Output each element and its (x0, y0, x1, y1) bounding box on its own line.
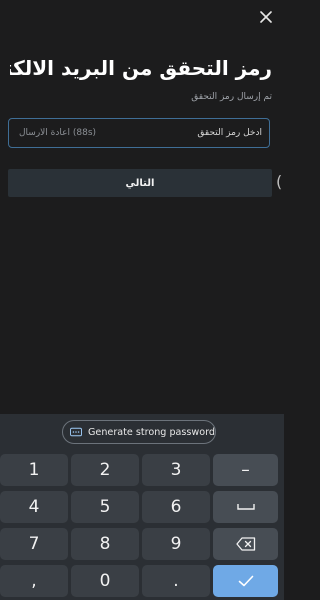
verification-code-field[interactable]: اعادة الارسال (88s) (8, 118, 270, 148)
key-7[interactable]: 7 (0, 528, 68, 560)
key-3[interactable]: 3 (142, 454, 210, 486)
checkmark-icon (238, 575, 253, 587)
key-1[interactable]: 1 (0, 454, 68, 486)
key-0[interactable]: 0 (71, 565, 139, 597)
key-9[interactable]: 9 (142, 528, 210, 560)
key-icon (70, 427, 82, 437)
key-8[interactable]: 8 (71, 528, 139, 560)
email-verification-screen: رمز التحقق من البريد الالكتروني تم إرسال… (0, 0, 284, 600)
key-4[interactable]: 4 (0, 491, 68, 523)
generate-password-label: Generate strong password (88, 426, 215, 438)
key-space[interactable] (213, 491, 278, 523)
backspace-icon (235, 537, 255, 551)
next-button[interactable]: التالي (8, 169, 272, 197)
space-bar-icon (236, 504, 255, 510)
key-5[interactable]: 5 (71, 491, 139, 523)
numeric-keyboard: Generate strong password 1 2 3 – 4 5 6 7… (0, 414, 284, 600)
key-comma[interactable]: , (0, 565, 68, 597)
key-enter[interactable] (213, 565, 278, 597)
key-minus[interactable]: – (213, 454, 278, 486)
page-subtitle: تم إرسال رمز التحقق (191, 92, 272, 102)
edge-glyph: ( (276, 172, 283, 191)
close-button[interactable] (256, 7, 276, 27)
key-period[interactable]: . (142, 565, 210, 597)
key-backspace[interactable] (213, 528, 278, 560)
resend-code-link[interactable]: اعادة الارسال (88s) (19, 119, 99, 147)
generate-password-chip[interactable]: Generate strong password (62, 420, 216, 444)
key-6[interactable]: 6 (142, 491, 210, 523)
resend-timer: (88s) (72, 128, 97, 138)
page-title: رمز التحقق من البريد الالكتروني (10, 56, 272, 80)
resend-label: اعادة الارسال (19, 128, 70, 138)
key-2[interactable]: 2 (71, 454, 139, 486)
verification-code-input[interactable] (112, 119, 262, 147)
close-icon (260, 11, 272, 23)
